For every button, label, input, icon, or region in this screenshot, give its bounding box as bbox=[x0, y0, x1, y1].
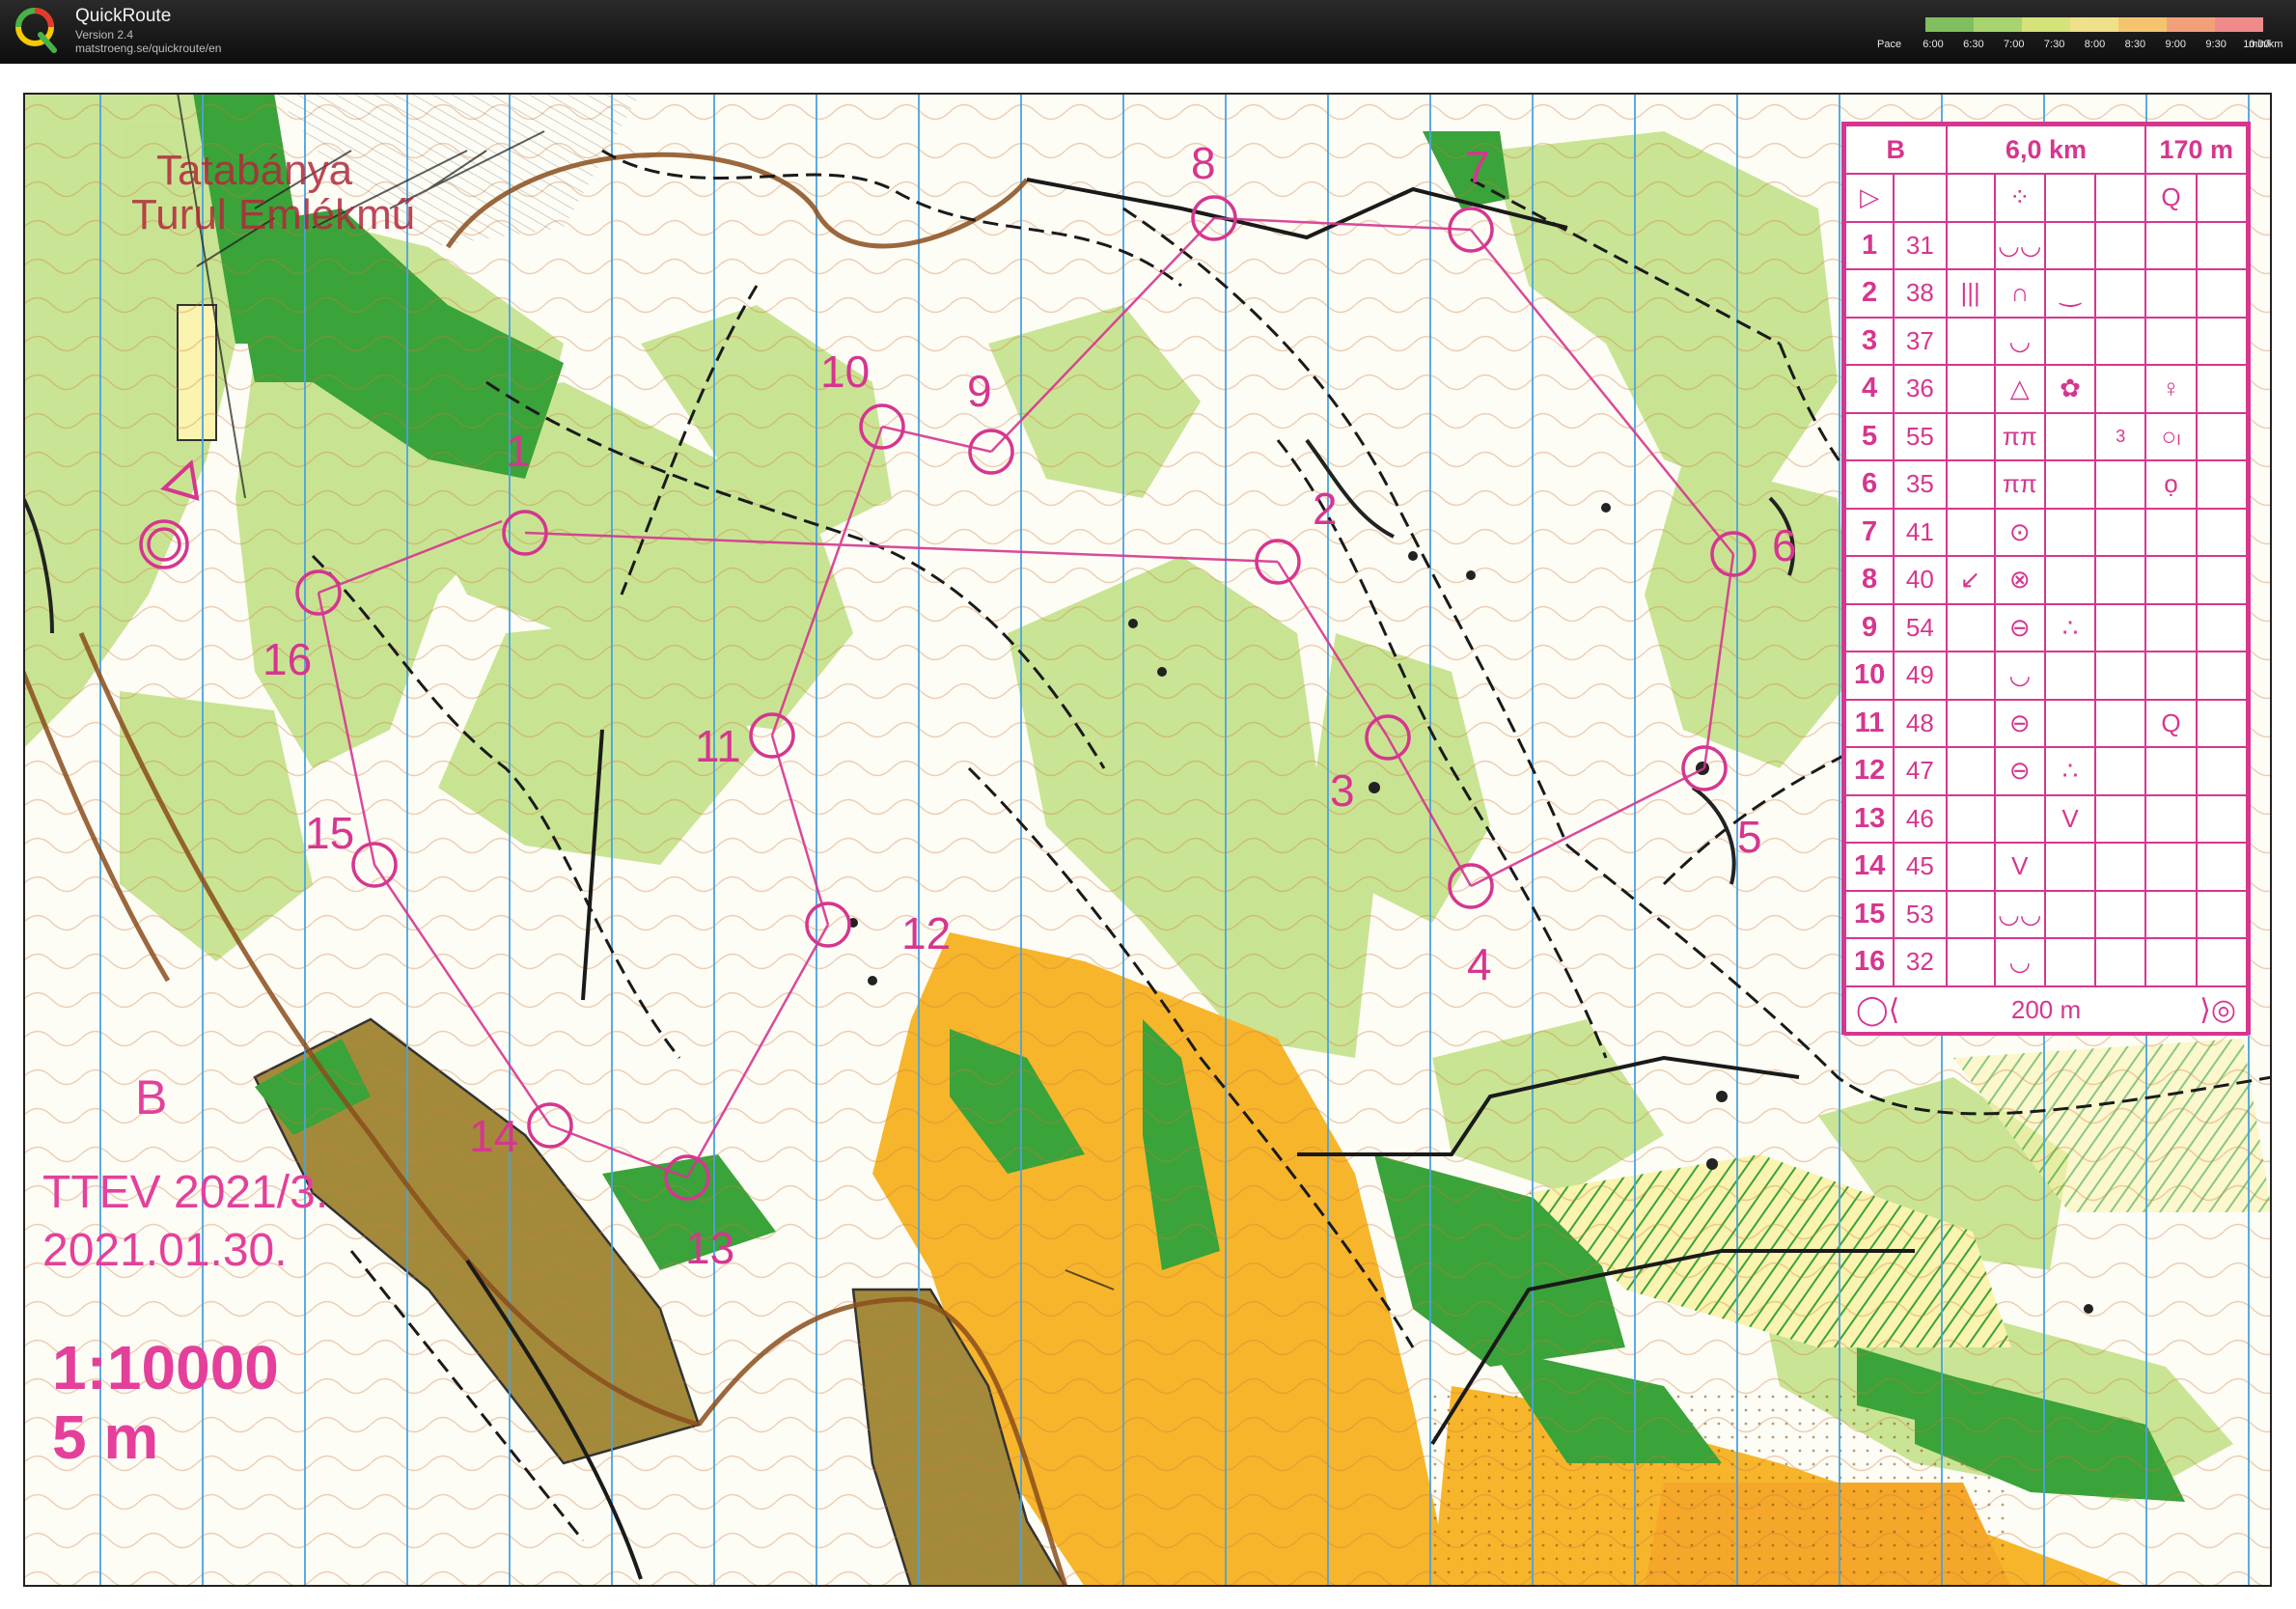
description-row: 13 46 V bbox=[1843, 793, 2249, 844]
control-number-16: 16 bbox=[263, 634, 313, 684]
pace-tick-label: 8:30 bbox=[2124, 39, 2146, 50]
event-date: 2021.01.30. bbox=[42, 1225, 288, 1276]
control-number-10: 10 bbox=[820, 347, 871, 397]
pace-color-swatch bbox=[2118, 17, 2168, 32]
description-climb: 170 m bbox=[2144, 125, 2248, 175]
control-number-14: 14 bbox=[469, 1111, 519, 1161]
description-row: 15 53 ◡◡ bbox=[1843, 889, 2249, 939]
pace-color-swatch bbox=[2022, 17, 2071, 32]
app-header-bar: QuickRoute Version 2.4 matstroeng.se/qui… bbox=[0, 0, 2296, 64]
pace-tick-label: 7:30 bbox=[2043, 39, 2065, 50]
finish-icon: ⟩◎ bbox=[2199, 993, 2236, 1026]
pace-label: Pace bbox=[1877, 39, 1902, 50]
pace-color-swatch bbox=[2167, 17, 2216, 32]
pace-units: min/km bbox=[2249, 39, 2283, 50]
pace-legend: Pace 6:00 6:30 7:00 7:30 8:00 8:30 9:00 9:30 10:… bbox=[1877, 15, 2282, 54]
pace-color-swatch bbox=[2215, 17, 2263, 32]
map-title: Tatabánya Turul Emlékmű bbox=[131, 147, 416, 239]
description-class: B bbox=[1844, 125, 1948, 175]
app-title: QuickRoute bbox=[75, 6, 172, 26]
description-row: 11 48 ⊖ Q bbox=[1843, 698, 2249, 748]
control-number-3: 3 bbox=[1330, 765, 1355, 816]
description-row: 9 54 ⊖ ∴ bbox=[1843, 602, 2249, 652]
finish-from-control-icon: ◯⟨ bbox=[1856, 993, 1900, 1026]
map-scale: 1:10000 bbox=[52, 1333, 279, 1402]
pace-color-swatch bbox=[1925, 17, 1975, 32]
app-version: Version 2.4 bbox=[75, 28, 134, 42]
pace-ticks: 6:00 6:30 7:00 7:30 8:00 8:30 9:00 9:30 10:00 bbox=[1914, 39, 2269, 52]
pace-tick-label: 6:30 bbox=[1963, 39, 1984, 50]
description-start-row: ▷ ⁘ Q bbox=[1843, 173, 2249, 223]
description-length: 6,0 km bbox=[1945, 125, 2147, 175]
control-number-1: 1 bbox=[506, 426, 531, 476]
description-row: 3 37 ◡ bbox=[1843, 316, 2249, 366]
description-row: 5 55 ππ 3 ○ₗ bbox=[1843, 411, 2249, 461]
control-number-8: 8 bbox=[1191, 138, 1216, 188]
finish-distance: 200 m bbox=[2010, 995, 2082, 1024]
start-triangle-icon: ▷ bbox=[1843, 173, 1895, 223]
description-row: 8 40 ↙ ⊗ bbox=[1843, 555, 2249, 605]
description-row: 7 41 ⊙ bbox=[1843, 507, 2249, 557]
control-number-13: 13 bbox=[685, 1223, 735, 1273]
start-symbol-icon: ⁘ bbox=[1993, 173, 2046, 223]
map-scale-info: 1:10000 5 m bbox=[52, 1333, 279, 1472]
description-row: 10 49 ◡ bbox=[1843, 651, 2249, 701]
description-table: B 6,0 km 170 m ▷ ⁘ Q 1 31 ◡◡ 2 38 ||| ∩ ‿ 3 37 ◡… bbox=[1843, 125, 2249, 1036]
control-description-sheet: B 6,0 km 170 m ▷ ⁘ Q 1 31 ◡◡ 2 38 ||| ∩ ‿ 3 37 ◡… bbox=[1841, 122, 2251, 1036]
pace-color-swatch bbox=[2070, 17, 2119, 32]
description-row: 4 36 △ ✿ ♀ bbox=[1843, 364, 2249, 414]
pace-tick-label: 9:00 bbox=[2165, 39, 2186, 50]
pace-color-swatch bbox=[1974, 17, 2023, 32]
event-name: TTEV 2021/3. bbox=[42, 1167, 329, 1218]
control-number-6: 6 bbox=[1772, 520, 1797, 570]
description-row: 12 47 ⊖ ∴ bbox=[1843, 746, 2249, 796]
description-row: 1 31 ◡◡ bbox=[1843, 220, 2249, 270]
description-row: 2 38 ||| ∩ ‿ bbox=[1843, 268, 2249, 319]
description-row: 6 35 ππ ọ bbox=[1843, 459, 2249, 510]
control-number-5: 5 bbox=[1737, 812, 1762, 862]
pace-tick-label: 8:00 bbox=[2084, 39, 2106, 50]
control-number-12: 12 bbox=[901, 908, 952, 958]
description-header: B 6,0 km 170 m bbox=[1844, 125, 2248, 175]
control-number-7: 7 bbox=[1465, 142, 1490, 192]
description-row: 16 32 ◡ bbox=[1843, 937, 2249, 987]
app-url-link[interactable]: matstroeng.se/quickroute/en bbox=[75, 42, 221, 55]
pace-color-bar bbox=[1925, 17, 2263, 32]
control-number-15: 15 bbox=[305, 808, 355, 858]
event-info: TTEV 2021/3. 2021.01.30. bbox=[42, 1164, 328, 1280]
class-label: B bbox=[135, 1070, 168, 1124]
pace-tick-label: 6:00 bbox=[1923, 39, 1944, 50]
control-number-4: 4 bbox=[1467, 939, 1492, 989]
quickroute-logo-icon bbox=[15, 8, 57, 53]
pace-tick-label: 7:00 bbox=[2004, 39, 2025, 50]
map-title-line2: Turul Emlékmű bbox=[131, 191, 416, 239]
pace-tick-label: 9:30 bbox=[2205, 39, 2227, 50]
map-title-line1: Tatabánya bbox=[156, 147, 353, 194]
control-number-9: 9 bbox=[967, 366, 992, 416]
start-location-icon: Q bbox=[2144, 173, 2198, 223]
description-footer: ◯⟨ 200 m ⟩◎ bbox=[1844, 985, 2248, 1036]
control-number-2: 2 bbox=[1313, 484, 1338, 534]
control-number-11: 11 bbox=[695, 721, 741, 771]
map-contour-interval: 5 m bbox=[52, 1401, 159, 1472]
description-row: 14 45 V bbox=[1843, 842, 2249, 892]
